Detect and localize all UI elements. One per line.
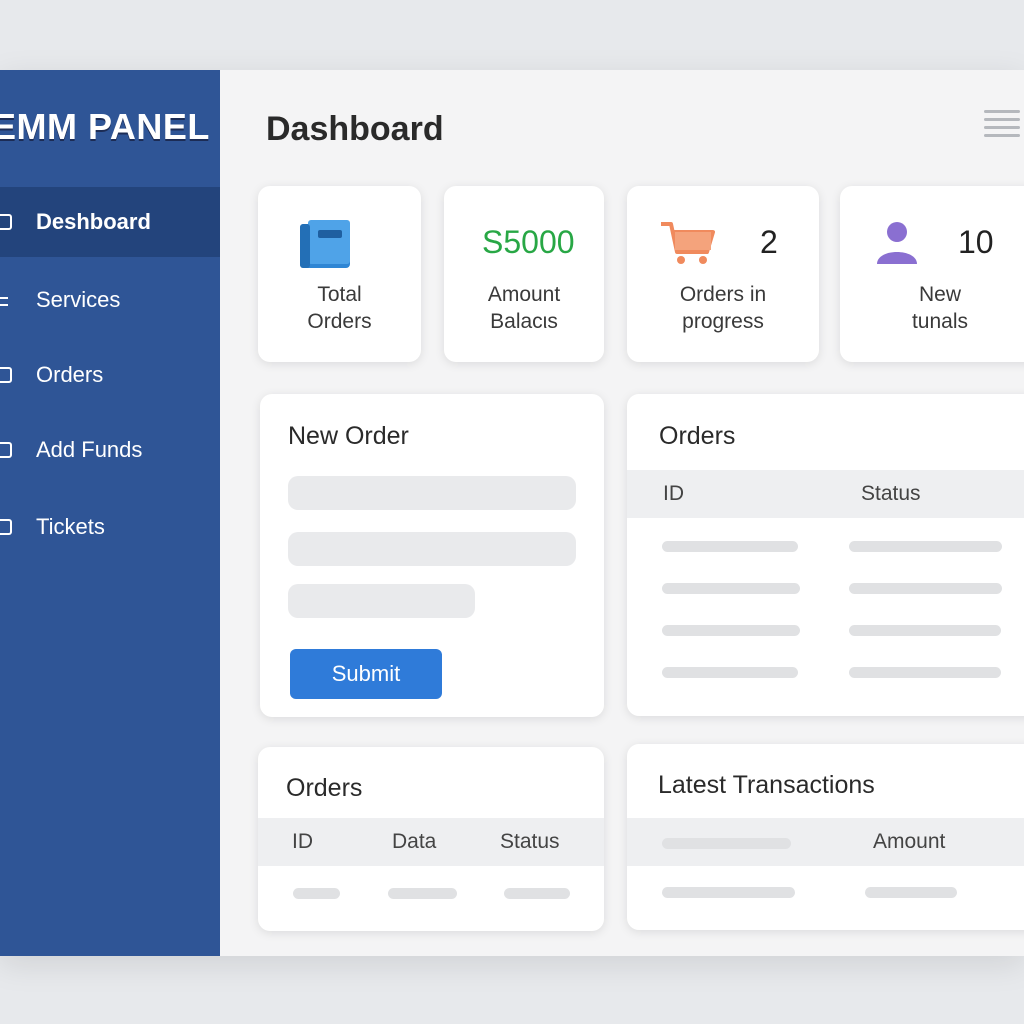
app-window: EMM PANEL Deshboard Services Orders Add … bbox=[0, 70, 1024, 956]
column-header-id: ID bbox=[292, 830, 313, 853]
hamburger-menu-icon[interactable] bbox=[984, 110, 1020, 138]
brand-logo: EMM PANEL bbox=[0, 106, 210, 147]
new-order-card: New Order Submit bbox=[260, 394, 604, 717]
table-header: Amount bbox=[627, 818, 1024, 866]
transactions-title: Latest Transactions bbox=[658, 771, 875, 799]
column-header-amount: Amount bbox=[873, 830, 946, 853]
sidebar-item-label: Deshboard bbox=[36, 209, 151, 234]
sidebar: EMM PANEL Deshboard Services Orders Add … bbox=[0, 70, 220, 956]
stat-label: Total Orders bbox=[307, 283, 372, 333]
sidebar-item-dashboard[interactable]: Deshboard bbox=[0, 187, 220, 257]
table-header: ID Status bbox=[627, 470, 1024, 518]
stat-label: Orders in progress bbox=[679, 283, 767, 333]
balance-value: S5000 bbox=[482, 224, 575, 260]
orders-table-title: Orders bbox=[659, 422, 736, 450]
sidebar-item-orders[interactable]: Orders bbox=[0, 340, 220, 410]
stat-card-total-orders: Total Orders bbox=[258, 186, 421, 362]
sidebar-item-label: Add Funds bbox=[36, 437, 143, 462]
sidebar-item-label: Orders bbox=[36, 362, 104, 387]
submit-button[interactable]: Submit bbox=[290, 649, 442, 699]
order-field-3[interactable] bbox=[288, 584, 475, 618]
user-icon bbox=[877, 222, 917, 264]
stat-label: Amount Balacιs bbox=[487, 283, 561, 333]
stat-label: New tunals bbox=[911, 283, 969, 333]
folder-icon bbox=[300, 220, 350, 268]
column-header-data: Data bbox=[392, 830, 437, 853]
page-title: Dashboard bbox=[266, 110, 444, 148]
sidebar-item-services[interactable]: Services bbox=[0, 265, 220, 335]
sidebar-item-label: Services bbox=[36, 287, 121, 312]
orders-small-title: Orders bbox=[286, 774, 363, 802]
column-header-status: Status bbox=[861, 482, 921, 505]
sidebar-item-add-funds[interactable]: Add Funds bbox=[0, 415, 220, 485]
order-field-1[interactable] bbox=[288, 476, 576, 510]
orders-in-progress-value: 2 bbox=[760, 224, 778, 260]
stat-card-new-tunals: 10 New tunals bbox=[840, 186, 1024, 362]
column-header-id: ID bbox=[663, 482, 684, 505]
table-header: ID Data Status bbox=[258, 818, 604, 866]
main-content: Dashboard Total Orders S5000 Amount Bala… bbox=[220, 70, 1024, 956]
orders-icon bbox=[0, 367, 12, 383]
orders-small-card: Orders ID Data Status bbox=[258, 747, 604, 931]
order-field-2[interactable] bbox=[288, 532, 576, 566]
services-icon bbox=[0, 294, 12, 310]
column-header-placeholder bbox=[662, 838, 791, 849]
new-tunals-value: 10 bbox=[958, 224, 994, 260]
stat-card-orders-in-progress: 2 Orders in progress bbox=[627, 186, 819, 362]
cart-icon bbox=[661, 222, 715, 264]
orders-table-card: Orders ID Status bbox=[627, 394, 1024, 716]
dashboard-icon bbox=[0, 214, 12, 230]
column-header-status: Status bbox=[500, 830, 560, 853]
tickets-icon bbox=[0, 519, 12, 535]
add-funds-icon bbox=[0, 442, 12, 458]
sidebar-item-label: Tickets bbox=[36, 514, 105, 539]
sidebar-item-tickets[interactable]: Tickets bbox=[0, 492, 220, 562]
latest-transactions-card: Latest Transactions Amount bbox=[627, 744, 1024, 930]
new-order-title: New Order bbox=[288, 422, 409, 450]
stat-card-amount-balance: S5000 Amount Balacιs bbox=[444, 186, 604, 362]
